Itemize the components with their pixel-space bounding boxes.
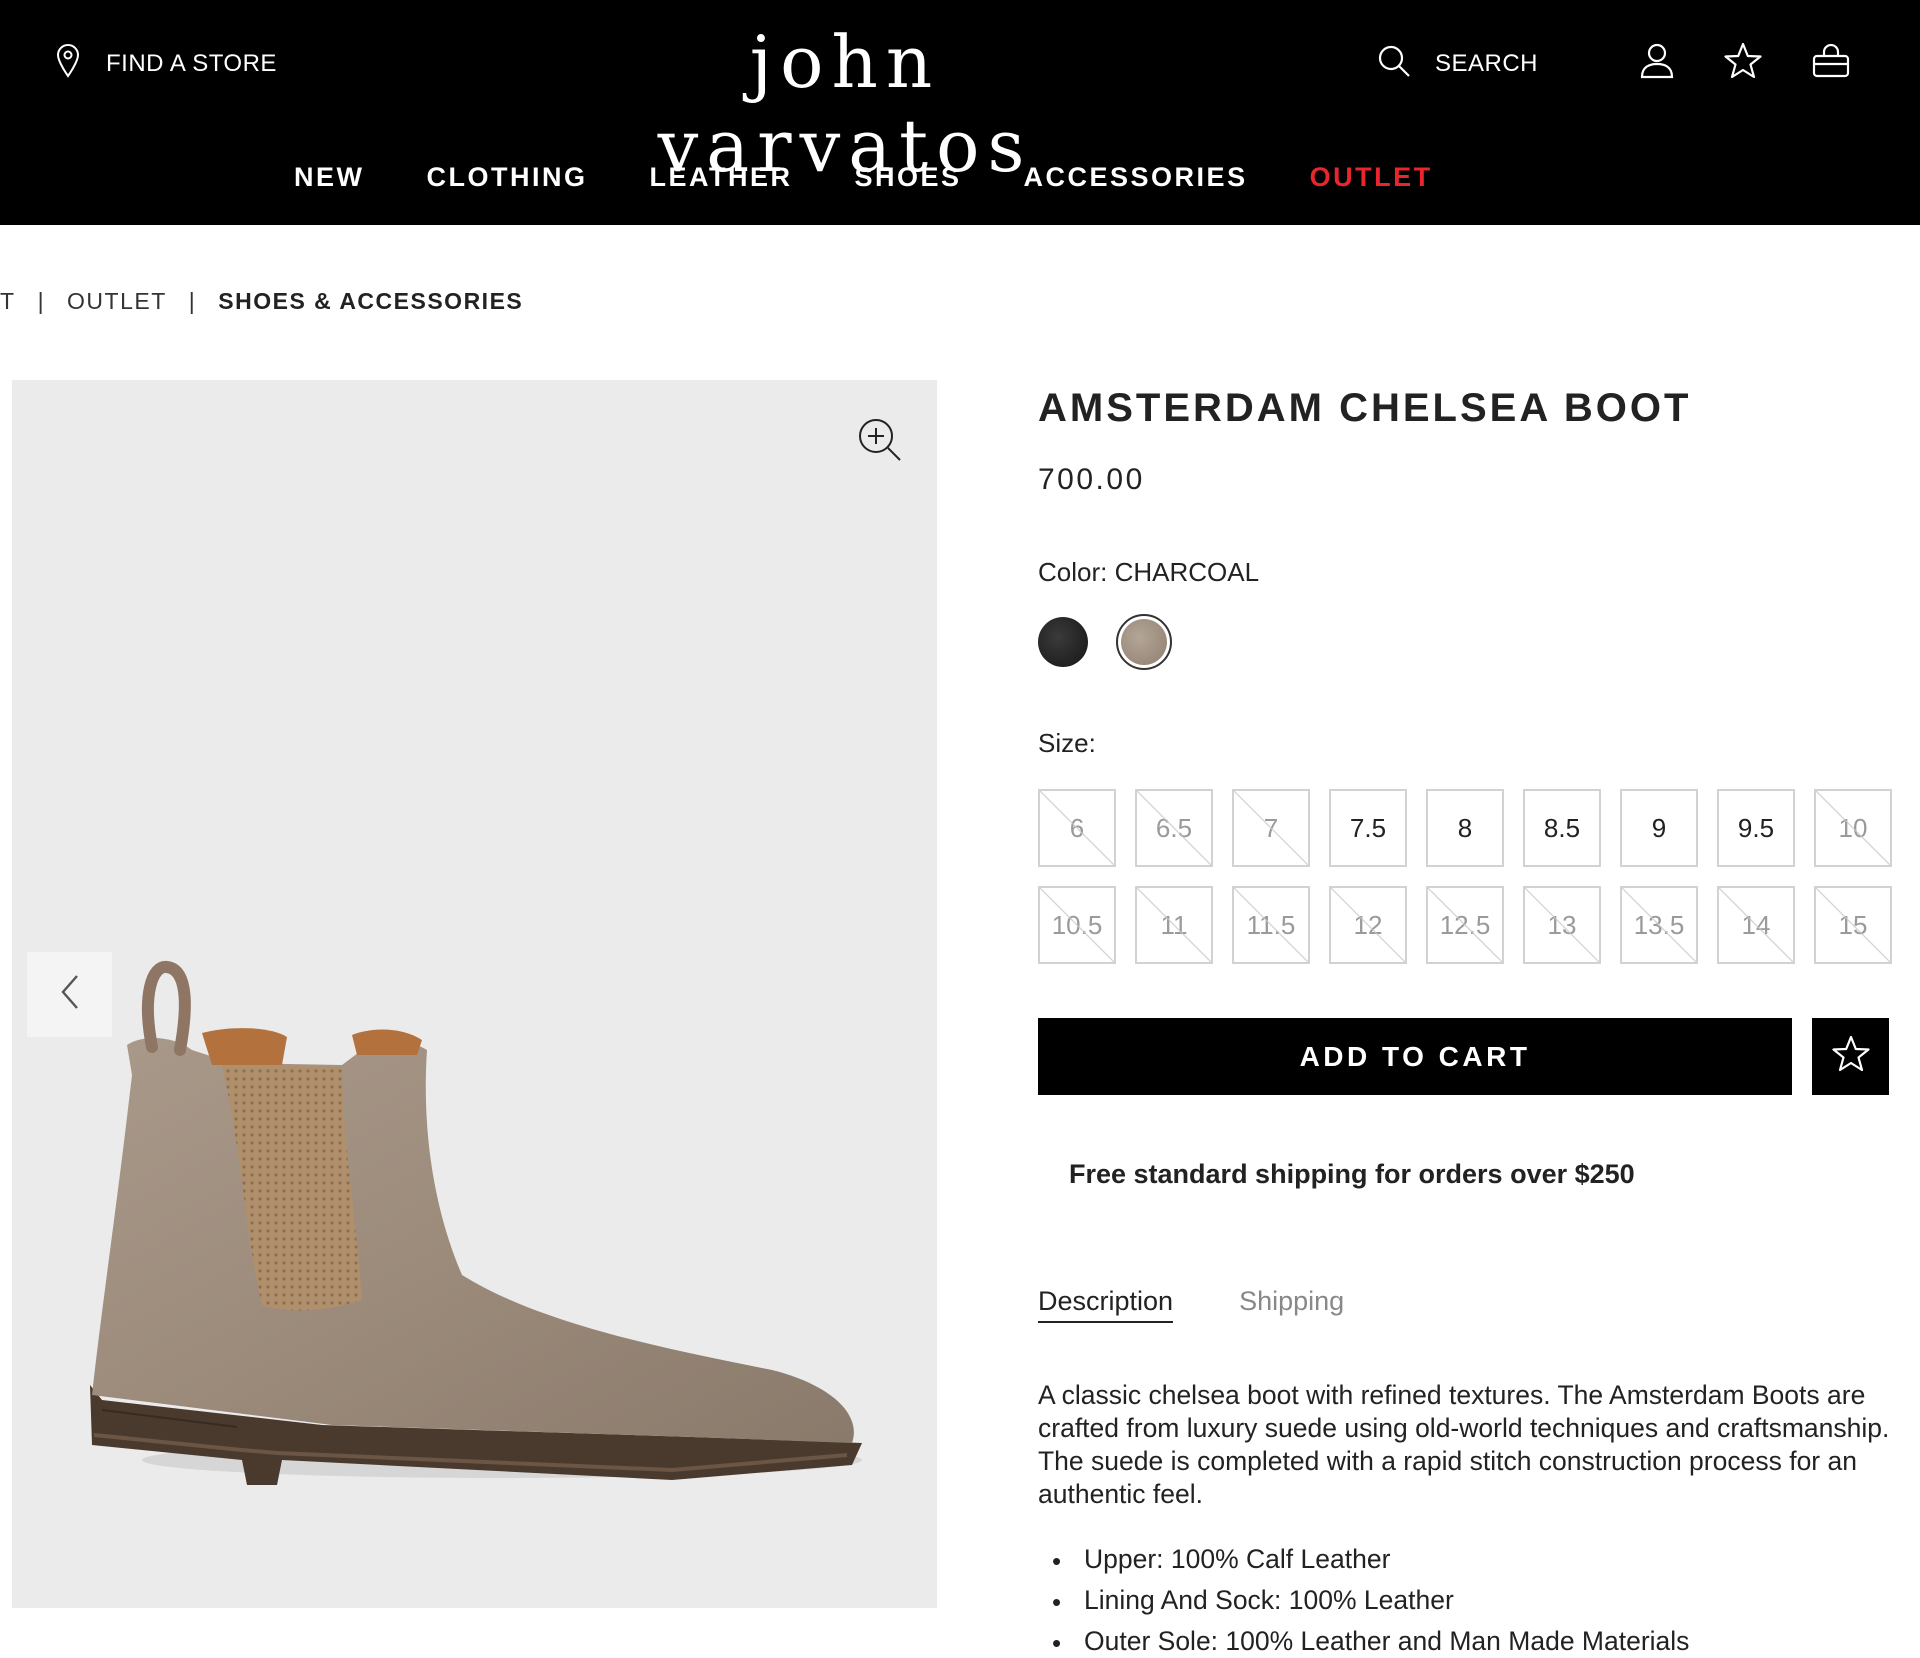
product-details: AMSTERDAM CHELSEA BOOT 700.00 Color: CHA… <box>1038 380 1898 1658</box>
account-button[interactable] <box>1640 43 1674 84</box>
header-utilities: SEARCH <box>1377 42 1850 85</box>
nav-leather[interactable]: LEATHER <box>650 162 793 193</box>
size-option[interactable]: 8 <box>1426 789 1504 867</box>
product-image-gallery[interactable] <box>12 380 937 1608</box>
site-header: FIND A STORE john varvatos SEARCH NEW CL… <box>0 0 1920 225</box>
nav-accessories[interactable]: ACCESSORIES <box>1024 162 1248 193</box>
color-value: CHARCOAL <box>1114 557 1260 587</box>
tab-shipping[interactable]: Shipping <box>1239 1286 1344 1323</box>
wishlist-button[interactable] <box>1724 42 1762 85</box>
user-icon <box>1640 43 1674 84</box>
product-title: AMSTERDAM CHELSEA BOOT <box>1038 386 1692 430</box>
add-to-cart-button[interactable]: ADD TO CART <box>1038 1018 1792 1095</box>
size-option[interactable]: 9 <box>1620 789 1698 867</box>
nav-new[interactable]: NEW <box>294 162 365 193</box>
zoom-in-icon <box>856 419 904 468</box>
search-icon <box>1377 44 1411 83</box>
swatch-charcoal-selected[interactable] <box>1116 614 1172 670</box>
product-price: 700.00 <box>1038 463 1145 496</box>
size-option[interactable]: 6.5 <box>1135 789 1213 867</box>
search-label: SEARCH <box>1434 49 1538 77</box>
feature-item: Lining And Sock: 100% Leather <box>1038 1580 1898 1623</box>
size-option[interactable]: 13.5 <box>1620 886 1698 964</box>
map-pin-icon <box>56 44 80 83</box>
size-option[interactable]: 7 <box>1232 789 1310 867</box>
find-a-store-label: FIND A STORE <box>106 49 277 77</box>
size-grid: 6 6.5 7 7.5 8 8.5 9 9.5 10 10.5 11 11.5 … <box>1038 789 1898 964</box>
feature-item: Outer Sole: 100% Leather and Man Made Ma… <box>1038 1621 1898 1658</box>
free-shipping-note: Free standard shipping for orders over $… <box>1069 1159 1635 1189</box>
search-button[interactable]: SEARCH <box>1377 44 1538 83</box>
product-image-boot <box>90 961 862 1485</box>
size-option[interactable]: 12.5 <box>1426 886 1504 964</box>
breadcrumb-item-outlet[interactable]: OUTLET <box>67 288 167 315</box>
cart-actions: ADD TO CART <box>1038 1018 1898 1095</box>
size-option[interactable]: 8.5 <box>1523 789 1601 867</box>
swatch-black[interactable] <box>1038 617 1088 667</box>
size-option[interactable]: 11 <box>1135 886 1213 964</box>
star-icon <box>1831 1035 1870 1078</box>
info-tabs: Description Shipping <box>1038 1286 1898 1323</box>
color-label: Color: <box>1038 557 1108 587</box>
product-features: Upper: 100% Calf Leather Lining And Sock… <box>1038 1539 1898 1658</box>
add-to-wishlist-button[interactable] <box>1812 1018 1889 1095</box>
shopping-bag-button[interactable] <box>1812 43 1850 83</box>
size-option[interactable]: 9.5 <box>1717 789 1795 867</box>
find-a-store-link[interactable]: FIND A STORE <box>56 44 277 83</box>
star-icon <box>1724 42 1762 85</box>
breadcrumb-separator: | <box>37 288 46 314</box>
size-option[interactable]: 6 <box>1038 789 1116 867</box>
main-navigation: NEW CLOTHING LEATHER SHOES ACCESSORIES O… <box>263 162 1464 193</box>
breadcrumb-separator: | <box>188 288 197 314</box>
size-option[interactable]: 15 <box>1814 886 1892 964</box>
swatch-charcoal[interactable] <box>1121 619 1167 665</box>
feature-item: Upper: 100% Calf Leather <box>1038 1539 1898 1582</box>
size-label: Size: <box>1038 728 1096 758</box>
nav-clothing[interactable]: CLOTHING <box>427 162 588 193</box>
chevron-left-icon <box>59 974 81 1015</box>
breadcrumb: T | OUTLET | SHOES & ACCESSORIES <box>0 288 523 315</box>
color-selector-label: Color: CHARCOAL <box>1038 557 1898 588</box>
size-option[interactable]: 12 <box>1329 886 1407 964</box>
size-option[interactable]: 7.5 <box>1329 789 1407 867</box>
size-option[interactable]: 14 <box>1717 886 1795 964</box>
color-swatches <box>1038 614 1898 670</box>
size-option[interactable]: 10.5 <box>1038 886 1116 964</box>
product-description: A classic chelsea boot with refined text… <box>1038 1380 1890 1509</box>
shopping-bag-icon <box>1812 43 1850 83</box>
nav-shoes[interactable]: SHOES <box>855 162 962 193</box>
nav-outlet[interactable]: OUTLET <box>1310 162 1433 193</box>
size-option[interactable]: 11.5 <box>1232 886 1310 964</box>
previous-image-button[interactable] <box>27 952 112 1037</box>
tab-description[interactable]: Description <box>1038 1286 1174 1323</box>
size-option[interactable]: 13 <box>1523 886 1601 964</box>
breadcrumb-item-current: SHOES & ACCESSORIES <box>218 288 524 314</box>
size-option[interactable]: 10 <box>1814 789 1892 867</box>
zoom-button[interactable] <box>856 416 906 466</box>
breadcrumb-item-truncated[interactable]: T <box>0 288 16 315</box>
